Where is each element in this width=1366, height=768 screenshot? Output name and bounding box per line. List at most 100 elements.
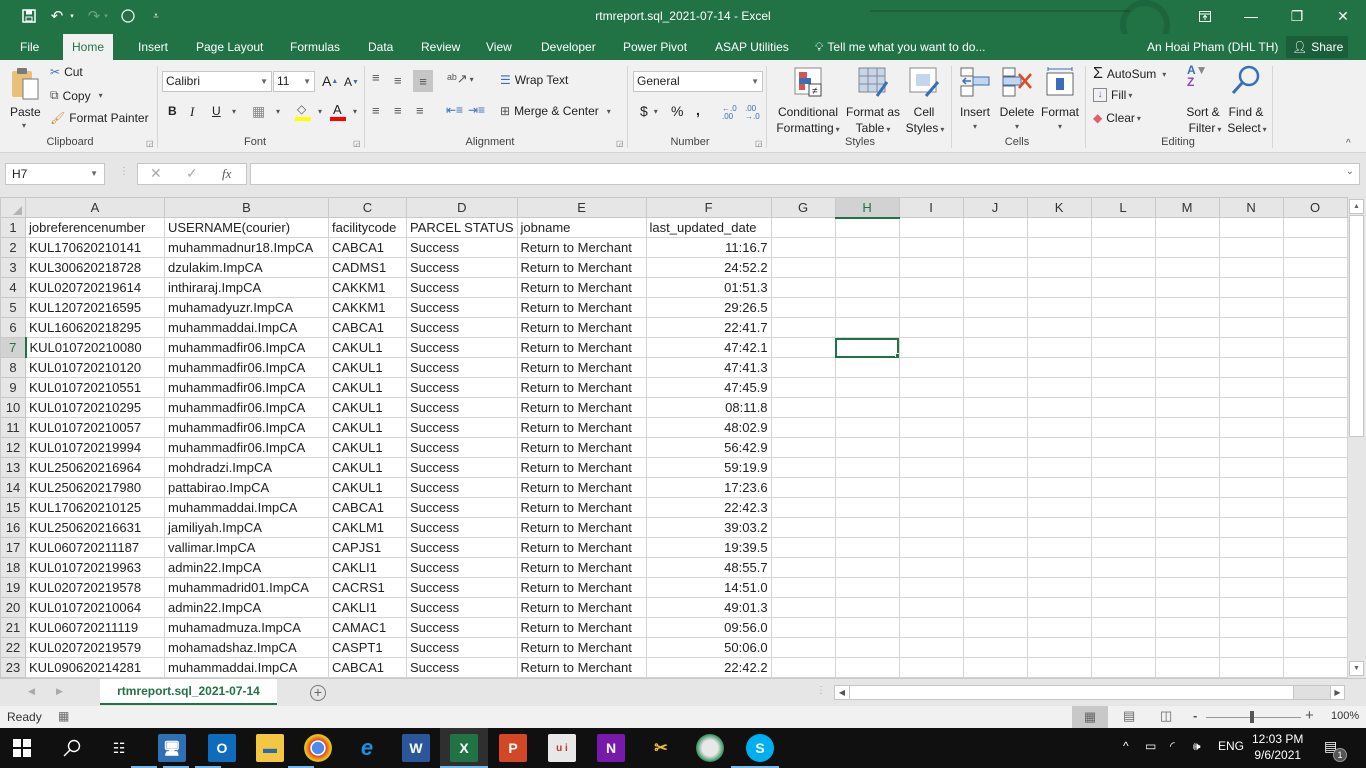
paste-button[interactable]: Paste ▾	[8, 65, 42, 131]
cancel-formula-button[interactable]: ✕	[150, 165, 162, 182]
header-cell[interactable]: last_updated_date	[645, 217, 772, 238]
empty-cell[interactable]	[1154, 317, 1220, 338]
insert-cells-button[interactable]: Insert ▾	[956, 64, 994, 134]
name-box[interactable]: H7 ▼	[5, 163, 105, 185]
network-computer-icon[interactable]: 🖥︎	[158, 734, 186, 762]
empty-cell[interactable]	[1282, 337, 1348, 358]
row-header[interactable]: 23	[0, 657, 26, 678]
empty-cell[interactable]	[962, 277, 1028, 298]
empty-cell[interactable]	[962, 617, 1028, 638]
close-button[interactable]: ✕	[1320, 4, 1366, 28]
empty-cell[interactable]	[770, 257, 836, 278]
word-icon[interactable]: W	[402, 734, 430, 762]
empty-cell[interactable]	[1154, 597, 1220, 618]
empty-cell[interactable]	[770, 597, 836, 618]
tab-split-grip-icon[interactable]: ⋮	[816, 685, 826, 696]
row-header[interactable]: 16	[0, 517, 26, 538]
cell[interactable]: KUL010720210551	[25, 377, 165, 398]
row-header[interactable]: 9	[0, 377, 26, 398]
cell[interactable]: Success	[406, 517, 518, 538]
empty-cell[interactable]	[1154, 477, 1220, 498]
merge-center-button[interactable]: ⊞ Merge & Center ▾	[500, 104, 611, 118]
row-header[interactable]: 21	[0, 617, 26, 638]
empty-cell[interactable]	[1282, 497, 1348, 518]
cell[interactable]: muhammadfir06.ImpCA	[164, 337, 329, 358]
empty-cell[interactable]	[770, 357, 836, 378]
row-header[interactable]: 8	[0, 357, 26, 378]
empty-cell[interactable]	[834, 457, 900, 478]
header-cell[interactable]: USERNAME(courier)	[164, 217, 329, 238]
empty-cell[interactable]	[1218, 437, 1284, 458]
underline-dropdown-icon[interactable]: ▾	[232, 107, 236, 116]
empty-cell[interactable]	[770, 477, 836, 498]
cell[interactable]: Return to Merchant	[516, 657, 647, 678]
column-header-l[interactable]: L	[1090, 197, 1156, 218]
cell[interactable]: Return to Merchant	[516, 397, 647, 418]
cell[interactable]: Success	[406, 277, 518, 298]
clear-button[interactable]: ◆ Clear ▾	[1093, 111, 1141, 125]
cell[interactable]: KUL010720210120	[25, 357, 165, 378]
empty-cell[interactable]	[1154, 537, 1220, 558]
empty-cell[interactable]	[770, 297, 836, 318]
alignment-dialog-launcher[interactable]: ◲	[616, 139, 624, 148]
cell[interactable]: CAKUL1	[328, 397, 407, 418]
cell[interactable]: KUL060720211119	[25, 617, 165, 638]
empty-cell[interactable]	[1090, 517, 1156, 538]
empty-cell[interactable]	[1026, 437, 1092, 458]
cell[interactable]: Success	[406, 317, 518, 338]
empty-cell[interactable]	[770, 497, 836, 518]
empty-cell[interactable]	[1218, 457, 1284, 478]
cell[interactable]: admin22.ImpCA	[164, 557, 329, 578]
cell[interactable]: muhammadrid01.ImpCA	[164, 577, 329, 598]
cell[interactable]: KUL020720219578	[25, 577, 165, 598]
empty-cell[interactable]	[1090, 397, 1156, 418]
fill-color-button[interactable]: ◇	[295, 102, 313, 122]
cell[interactable]: KUL120720216595	[25, 297, 165, 318]
empty-cell[interactable]	[1282, 357, 1348, 378]
shrink-font-button[interactable]: A ▼	[344, 75, 359, 89]
column-header-j[interactable]: J	[962, 197, 1028, 218]
cell[interactable]: Success	[406, 477, 518, 498]
battery-icon[interactable]: ▭	[1145, 739, 1156, 753]
cell[interactable]: 59:19.9	[645, 457, 772, 478]
cell[interactable]: inthiraraj.ImpCA	[164, 277, 329, 298]
empty-cell[interactable]	[1026, 317, 1092, 338]
empty-cell[interactable]	[1154, 357, 1220, 378]
cell[interactable]: Return to Merchant	[516, 377, 647, 398]
empty-cell[interactable]	[770, 637, 836, 658]
cell[interactable]: 47:45.9	[645, 377, 772, 398]
empty-cell[interactable]	[1026, 597, 1092, 618]
onenote-icon[interactable]: N	[597, 734, 625, 762]
empty-cell[interactable]	[770, 437, 836, 458]
empty-cell[interactable]	[1026, 257, 1092, 278]
row-header[interactable]: 17	[0, 537, 26, 558]
cell[interactable]: 47:42.1	[645, 337, 772, 358]
column-header-e[interactable]: E	[516, 197, 647, 218]
empty-cell[interactable]	[834, 517, 900, 538]
cell[interactable]: muhamadmuza.ImpCA	[164, 617, 329, 638]
horizontal-scroll-thumb[interactable]	[849, 686, 1294, 699]
empty-cell[interactable]	[1026, 637, 1092, 658]
column-header-k[interactable]: K	[1026, 197, 1092, 218]
empty-cell[interactable]	[834, 477, 900, 498]
cell[interactable]: Return to Merchant	[516, 517, 647, 538]
empty-cell[interactable]	[1218, 517, 1284, 538]
cut-button[interactable]: ✂ Cut	[50, 65, 83, 79]
empty-cell[interactable]	[1218, 617, 1284, 638]
row-header[interactable]: 11	[0, 417, 26, 438]
cell[interactable]: CAKUL1	[328, 457, 407, 478]
empty-cell[interactable]	[1282, 577, 1348, 598]
cell[interactable]: CABCA1	[328, 657, 407, 678]
empty-cell[interactable]	[770, 337, 836, 358]
empty-cell[interactable]	[1218, 577, 1284, 598]
row-header[interactable]: 12	[0, 437, 26, 458]
empty-cell[interactable]	[834, 437, 900, 458]
collapse-ribbon-icon[interactable]: ^	[1346, 138, 1351, 149]
enter-formula-button[interactable]: ✓	[186, 165, 198, 182]
empty-cell[interactable]	[898, 617, 964, 638]
empty-cell[interactable]	[962, 597, 1028, 618]
cell[interactable]: Return to Merchant	[516, 297, 647, 318]
empty-cell[interactable]	[834, 317, 900, 338]
cell[interactable]: Return to Merchant	[516, 497, 647, 518]
cell[interactable]: Return to Merchant	[516, 537, 647, 558]
